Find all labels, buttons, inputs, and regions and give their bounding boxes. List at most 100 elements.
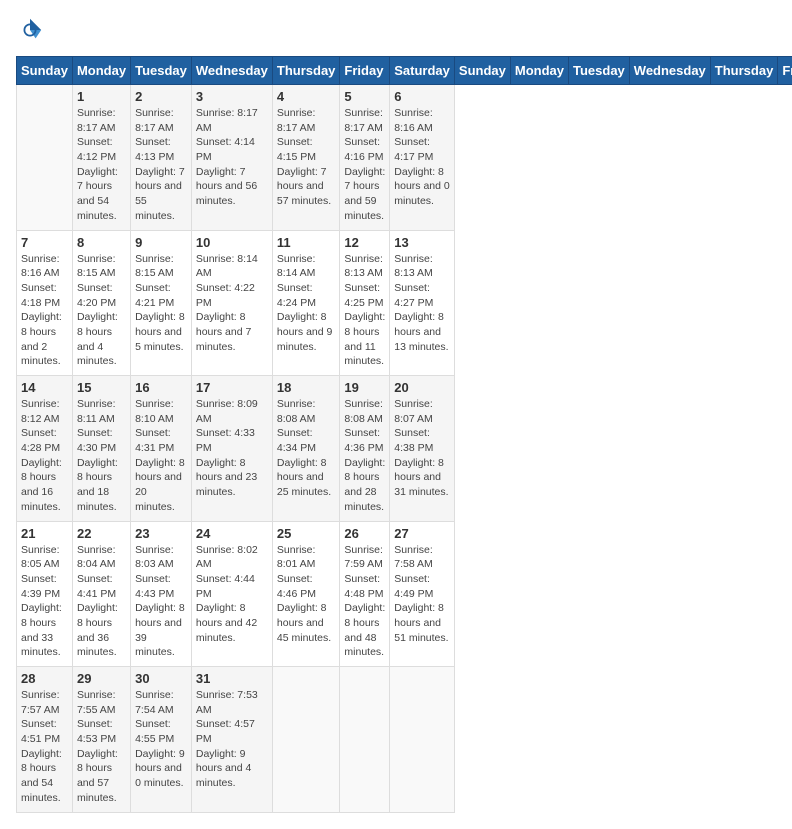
header-tuesday: Tuesday <box>131 57 192 85</box>
calendar-cell: 14 Sunrise: 8:12 AMSunset: 4:28 PMDayligh… <box>17 376 73 522</box>
day-info: Sunrise: 7:53 AMSunset: 4:57 PMDaylight:… <box>196 688 268 791</box>
calendar-cell: 11 Sunrise: 8:14 AMSunset: 4:24 PMDayligh… <box>272 230 340 376</box>
day-number: 7 <box>21 235 68 250</box>
calendar-table: SundayMondayTuesdayWednesdayThursdayFrid… <box>16 56 792 813</box>
calendar-cell: 25 Sunrise: 8:01 AMSunset: 4:46 PMDayligh… <box>272 521 340 667</box>
day-number: 27 <box>394 526 450 541</box>
calendar-cell: 2Sunrise: 8:17 AMSunset: 4:13 PMDaylight… <box>131 85 192 231</box>
day-info: Sunrise: 7:58 AMSunset: 4:49 PMDaylight:… <box>394 543 450 646</box>
calendar-cell: 17 Sunrise: 8:09 AMSunset: 4:33 PMDayligh… <box>191 376 272 522</box>
calendar-cell: 30Sunrise: 7:54 AMSunset: 4:55 PMDayligh… <box>131 667 192 813</box>
day-info: Sunrise: 8:14 AMSunset: 4:22 PMDaylight:… <box>196 252 268 355</box>
day-number: 26 <box>344 526 385 541</box>
day-number: 22 <box>77 526 126 541</box>
calendar-cell: 27 Sunrise: 7:58 AMSunset: 4:49 PMDayligh… <box>390 521 455 667</box>
header <box>16 16 776 44</box>
calendar-week-2: 7 Sunrise: 8:16 AMSunset: 4:18 PMDaylight… <box>17 230 792 376</box>
calendar-cell: 5 Sunrise: 8:17 AMSunset: 4:16 PMDaylight… <box>340 85 390 231</box>
day-number: 25 <box>277 526 336 541</box>
day-info: Sunrise: 8:17 AMSunset: 4:12 PMDaylight:… <box>77 106 126 224</box>
header-day-thursday: Thursday <box>710 57 778 85</box>
day-info: Sunrise: 8:01 AMSunset: 4:46 PMDaylight:… <box>277 543 336 646</box>
day-info: Sunrise: 8:12 AMSunset: 4:28 PMDaylight:… <box>21 397 68 515</box>
day-info: Sunrise: 7:57 AMSunset: 4:51 PMDaylight:… <box>21 688 68 806</box>
day-info: Sunrise: 8:11 AMSunset: 4:30 PMDaylight:… <box>77 397 126 515</box>
day-number: 28 <box>21 671 68 686</box>
day-number: 5 <box>344 89 385 104</box>
calendar-cell: 21 Sunrise: 8:05 AMSunset: 4:39 PMDayligh… <box>17 521 73 667</box>
calendar-week-1: 1 Sunrise: 8:17 AMSunset: 4:12 PMDaylight… <box>17 85 792 231</box>
calendar-cell: 3 Sunrise: 8:17 AMSunset: 4:14 PMDaylight… <box>191 85 272 231</box>
day-info: Sunrise: 8:13 AMSunset: 4:27 PMDaylight:… <box>394 252 450 355</box>
day-number: 31 <box>196 671 268 686</box>
calendar-week-3: 14 Sunrise: 8:12 AMSunset: 4:28 PMDayligh… <box>17 376 792 522</box>
day-info: Sunrise: 8:15 AMSunset: 4:21 PMDaylight:… <box>135 252 187 355</box>
day-number: 17 <box>196 380 268 395</box>
day-info: Sunrise: 8:16 AMSunset: 4:17 PMDaylight:… <box>394 106 450 209</box>
calendar-cell <box>17 85 73 231</box>
calendar-week-4: 21 Sunrise: 8:05 AMSunset: 4:39 PMDayligh… <box>17 521 792 667</box>
calendar-cell: 31 Sunrise: 7:53 AMSunset: 4:57 PMDayligh… <box>191 667 272 813</box>
calendar-cell <box>272 667 340 813</box>
header-day-sunday: Sunday <box>454 57 510 85</box>
calendar-cell <box>390 667 455 813</box>
day-info: Sunrise: 7:55 AMSunset: 4:53 PMDaylight:… <box>77 688 126 806</box>
day-info: Sunrise: 8:02 AMSunset: 4:44 PMDaylight:… <box>196 543 268 646</box>
day-info: Sunrise: 8:17 AMSunset: 4:16 PMDaylight:… <box>344 106 385 224</box>
calendar-header-row: SundayMondayTuesdayWednesdayThursdayFrid… <box>17 57 792 85</box>
calendar-cell: 8Sunrise: 8:15 AMSunset: 4:20 PMDaylight… <box>72 230 130 376</box>
header-monday: Monday <box>72 57 130 85</box>
day-info: Sunrise: 8:08 AMSunset: 4:34 PMDaylight:… <box>277 397 336 500</box>
header-wednesday: Wednesday <box>191 57 272 85</box>
day-info: Sunrise: 8:17 AMSunset: 4:13 PMDaylight:… <box>135 106 187 224</box>
day-info: Sunrise: 8:05 AMSunset: 4:39 PMDaylight:… <box>21 543 68 661</box>
day-info: Sunrise: 8:17 AMSunset: 4:15 PMDaylight:… <box>277 106 336 209</box>
day-number: 3 <box>196 89 268 104</box>
day-number: 29 <box>77 671 126 686</box>
logo <box>16 16 48 44</box>
day-info: Sunrise: 8:14 AMSunset: 4:24 PMDaylight:… <box>277 252 336 355</box>
day-info: Sunrise: 8:09 AMSunset: 4:33 PMDaylight:… <box>196 397 268 500</box>
day-number: 24 <box>196 526 268 541</box>
calendar-cell: 23Sunrise: 8:03 AMSunset: 4:43 PMDayligh… <box>131 521 192 667</box>
day-number: 1 <box>77 89 126 104</box>
header-day-wednesday: Wednesday <box>629 57 710 85</box>
day-number: 13 <box>394 235 450 250</box>
day-info: Sunrise: 8:15 AMSunset: 4:20 PMDaylight:… <box>77 252 126 370</box>
day-number: 4 <box>277 89 336 104</box>
day-number: 30 <box>135 671 187 686</box>
day-number: 6 <box>394 89 450 104</box>
header-day-monday: Monday <box>510 57 568 85</box>
calendar-cell: 19Sunrise: 8:08 AMSunset: 4:36 PMDayligh… <box>340 376 390 522</box>
day-number: 9 <box>135 235 187 250</box>
header-day-tuesday: Tuesday <box>569 57 630 85</box>
day-info: Sunrise: 8:13 AMSunset: 4:25 PMDaylight:… <box>344 252 385 370</box>
calendar-cell: 13 Sunrise: 8:13 AMSunset: 4:27 PMDayligh… <box>390 230 455 376</box>
header-sunday: Sunday <box>17 57 73 85</box>
day-number: 21 <box>21 526 68 541</box>
day-number: 14 <box>21 380 68 395</box>
calendar-cell: 29 Sunrise: 7:55 AMSunset: 4:53 PMDayligh… <box>72 667 130 813</box>
calendar-cell: 4 Sunrise: 8:17 AMSunset: 4:15 PMDaylight… <box>272 85 340 231</box>
header-friday: Friday <box>340 57 390 85</box>
header-saturday: Saturday <box>390 57 455 85</box>
calendar-cell: 26Sunrise: 7:59 AMSunset: 4:48 PMDayligh… <box>340 521 390 667</box>
day-number: 18 <box>277 380 336 395</box>
calendar-cell: 16Sunrise: 8:10 AMSunset: 4:31 PMDayligh… <box>131 376 192 522</box>
header-day-friday: Friday <box>778 57 792 85</box>
day-info: Sunrise: 8:16 AMSunset: 4:18 PMDaylight:… <box>21 252 68 370</box>
day-number: 12 <box>344 235 385 250</box>
day-info: Sunrise: 8:17 AMSunset: 4:14 PMDaylight:… <box>196 106 268 209</box>
calendar-cell <box>340 667 390 813</box>
day-info: Sunrise: 8:08 AMSunset: 4:36 PMDaylight:… <box>344 397 385 515</box>
day-number: 15 <box>77 380 126 395</box>
day-info: Sunrise: 8:03 AMSunset: 4:43 PMDaylight:… <box>135 543 187 661</box>
calendar-cell: 9 Sunrise: 8:15 AMSunset: 4:21 PMDaylight… <box>131 230 192 376</box>
calendar-cell: 20Sunrise: 8:07 AMSunset: 4:38 PMDayligh… <box>390 376 455 522</box>
calendar-cell: 1 Sunrise: 8:17 AMSunset: 4:12 PMDaylight… <box>72 85 130 231</box>
day-info: Sunrise: 8:07 AMSunset: 4:38 PMDaylight:… <box>394 397 450 500</box>
day-info: Sunrise: 8:10 AMSunset: 4:31 PMDaylight:… <box>135 397 187 515</box>
calendar-cell: 7 Sunrise: 8:16 AMSunset: 4:18 PMDaylight… <box>17 230 73 376</box>
day-number: 11 <box>277 235 336 250</box>
day-info: Sunrise: 8:04 AMSunset: 4:41 PMDaylight:… <box>77 543 126 661</box>
